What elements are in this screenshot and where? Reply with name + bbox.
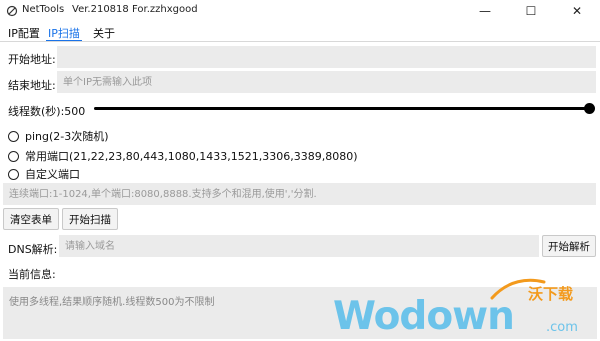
tab-ip-config[interactable]: IP配置	[8, 25, 40, 41]
maximize-button[interactable]: ☐	[508, 0, 554, 22]
start-scan-button[interactable]: 开始扫描	[62, 208, 118, 230]
scan-mode-ping[interactable]: ping(2-3次随机)	[8, 128, 109, 144]
scan-mode-custom-ports-label: 自定义端口	[25, 168, 80, 181]
close-icon: ✕	[571, 4, 583, 18]
current-info-text: 使用多线程,结果顺序随机.线程数500为不限制	[9, 297, 215, 308]
current-info-output[interactable]: 使用多线程,结果顺序随机.线程数500为不限制	[3, 287, 597, 339]
radio-button[interactable]	[8, 168, 19, 180]
dns-label: DNS解析:	[8, 243, 58, 256]
tab-bar: IP配置 IP扫描 关于	[0, 22, 600, 42]
start-address-input[interactable]	[57, 46, 596, 68]
radio-button[interactable]	[8, 150, 19, 162]
end-address-input[interactable]	[57, 71, 596, 93]
minimize-icon: —	[479, 4, 491, 18]
app-version: Ver.210818	[72, 4, 129, 15]
threads-slider-handle[interactable]	[584, 103, 595, 114]
tab-ip-scan[interactable]: IP扫描	[48, 25, 80, 41]
scan-mode-custom-ports[interactable]: 自定义端口	[8, 166, 80, 182]
radio-button[interactable]	[8, 130, 19, 142]
tab-divider	[0, 41, 600, 42]
app-author: For.zzhxgood	[132, 4, 198, 15]
scan-mode-ping-label: ping(2-3次随机)	[25, 130, 109, 143]
end-address-label: 结束地址:	[8, 79, 56, 92]
app-name: NetTools	[22, 4, 65, 15]
dns-domain-input[interactable]	[59, 235, 539, 257]
start-address-label: 开始地址:	[8, 53, 56, 66]
start-resolve-button[interactable]: 开始解析	[542, 235, 596, 257]
current-info-label: 当前信息:	[8, 268, 56, 281]
maximize-icon: ☐	[525, 4, 537, 18]
tab-about[interactable]: 关于	[93, 25, 115, 41]
app-icon	[6, 5, 18, 17]
scan-mode-common-ports-label: 常用端口(21,22,23,80,443,1080,1433,1521,3306…	[25, 150, 358, 163]
scan-mode-common-ports[interactable]: 常用端口(21,22,23,80,443,1080,1433,1521,3306…	[8, 148, 358, 164]
clear-form-button[interactable]: 清空表单	[3, 208, 59, 230]
close-button[interactable]: ✕	[554, 0, 600, 22]
custom-ports-input[interactable]	[3, 183, 596, 205]
threads-slider-track[interactable]	[94, 107, 591, 110]
minimize-button[interactable]: —	[462, 0, 508, 22]
title-bar: NetTools Ver.210818 For.zzhxgood — ☐ ✕	[0, 0, 600, 22]
threads-label: 线程数(秒):500	[8, 105, 86, 118]
